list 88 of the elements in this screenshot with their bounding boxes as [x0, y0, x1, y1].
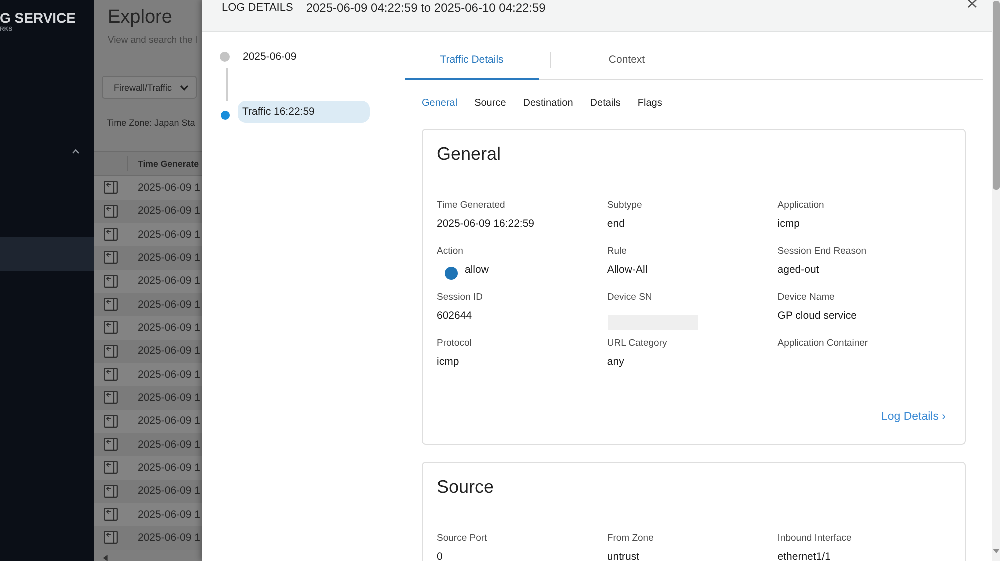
- arrow-box-icon[interactable]: [104, 438, 118, 452]
- log-type-dropdown[interactable]: Firewall/Traffic: [102, 76, 197, 100]
- table-cell: 2025-06-09 1: [138, 345, 200, 358]
- scroll-left-icon[interactable]: [103, 554, 108, 561]
- chevron-up-icon[interactable]: [72, 149, 80, 154]
- arrow-box-icon[interactable]: [104, 344, 118, 358]
- column-header[interactable]: Time Generate: [138, 158, 199, 169]
- arrow-box-icon[interactable]: [104, 181, 118, 194]
- scroll-down-icon[interactable]: [992, 549, 1000, 554]
- field-label: Protocol: [437, 337, 472, 351]
- arrow-box-icon[interactable]: [104, 321, 118, 334]
- logo-text: G SERVICE: [0, 11, 76, 26]
- section-tab[interactable]: Details: [590, 96, 621, 112]
- table-cell: 2025-06-09 1: [138, 298, 200, 311]
- field-label: URL Category: [607, 337, 668, 351]
- time-range: 2025-06-09 04:22:59 to 2025-06-10 04:22:59: [306, 0, 546, 16]
- table-cell: 2025-06-09 1: [138, 228, 200, 241]
- table-cell: 2025-06-09 1: [138, 205, 200, 218]
- field-value: icmp: [437, 355, 460, 369]
- field-value: any: [607, 355, 624, 369]
- table-cell: 2025-06-09 1: [138, 508, 200, 521]
- table-cell: 2025-06-09 1: [138, 322, 200, 334]
- arrow-box-icon[interactable]: [104, 391, 118, 404]
- timeline-event[interactable]: Traffic 16:22:59: [238, 101, 370, 123]
- section-tab[interactable]: Flags: [638, 96, 662, 112]
- arrow-box-icon[interactable]: [104, 251, 118, 264]
- section-tab[interactable]: General: [422, 96, 458, 112]
- timeline-dot-icon: [220, 111, 230, 120]
- arrow-box-icon[interactable]: [104, 531, 118, 544]
- field-label: Session ID: [437, 291, 483, 305]
- section-tab[interactable]: Source: [474, 96, 506, 112]
- table-cell: 2025-06-09 1: [138, 392, 200, 404]
- field-label: Source Port: [437, 532, 488, 546]
- time-zone-label: Time Zone: Japan Sta: [107, 118, 196, 130]
- tab[interactable]: Traffic Details: [405, 40, 539, 80]
- scrollbar-thumb[interactable]: [992, 1, 1000, 190]
- table-cell: 2025-06-09 1: [138, 182, 200, 194]
- field-value: GP cloud service: [778, 309, 857, 323]
- section-title: Source: [437, 476, 496, 499]
- arrow-box-icon[interactable]: [104, 461, 118, 474]
- timeline-connector: [226, 68, 228, 101]
- field-value: icmp: [778, 217, 800, 231]
- arrow-box-icon[interactable]: [104, 508, 118, 522]
- field-label: Application: [778, 199, 824, 213]
- field-value: aged-out: [778, 263, 820, 277]
- table-cell: 2025-06-09 1: [138, 252, 200, 264]
- table-cell: 2025-06-09 1: [138, 415, 200, 428]
- arrow-box-icon[interactable]: [104, 204, 118, 218]
- field-value: end: [607, 217, 625, 231]
- table-cell: 2025-06-09 1: [138, 485, 200, 498]
- field-value: 0: [437, 550, 443, 561]
- section-title: General: [437, 143, 502, 166]
- section-tab[interactable]: Destination: [523, 96, 574, 112]
- page-title: Explore: [108, 6, 172, 30]
- arrow-box-icon[interactable]: [104, 298, 118, 312]
- arrow-box-icon[interactable]: [104, 414, 118, 428]
- field-label: Session End Reason: [778, 245, 867, 259]
- chevron-down-icon: [180, 84, 189, 91]
- field-value: Allow-All: [607, 263, 648, 277]
- table-cell: 2025-06-09 1: [138, 532, 200, 544]
- field-label: Action: [437, 245, 464, 259]
- arrow-box-icon[interactable]: [104, 368, 118, 382]
- timeline-dot-icon: [220, 52, 230, 62]
- arrow-box-icon[interactable]: [104, 228, 118, 242]
- field-value: allow: [465, 263, 489, 277]
- table-cell: 2025-06-09 1: [138, 462, 200, 474]
- field-label: From Zone: [607, 532, 654, 546]
- field-value: 602644: [437, 309, 472, 323]
- timeline-date: 2025-06-09: [242, 50, 298, 65]
- field-label: Inbound Interface: [778, 532, 852, 546]
- field-value: untrust: [607, 550, 640, 561]
- field-label: Subtype: [607, 199, 642, 213]
- table-cell: 2025-06-09 1: [138, 275, 200, 288]
- table-cell: 2025-06-09 1: [138, 368, 200, 381]
- arrow-box-icon[interactable]: [104, 274, 118, 288]
- arrow-box-icon[interactable]: [104, 484, 118, 498]
- field-label: Application Container: [778, 337, 868, 351]
- tab[interactable]: Context: [551, 40, 703, 80]
- drawer-title: LOG DETAILS: [222, 1, 294, 16]
- table-cell: 2025-06-09 1: [138, 438, 200, 451]
- field-value: 2025-06-09 16:22:59: [437, 217, 534, 231]
- log-details-link[interactable]: Log Details ›: [881, 409, 946, 425]
- field-label: Device SN: [607, 291, 652, 305]
- field-value: ethernet1/1: [778, 550, 831, 561]
- field-label: Rule: [607, 245, 627, 259]
- field-label: Device Name: [778, 291, 835, 305]
- close-icon[interactable]: [967, 0, 978, 8]
- field-label: Time Generated: [437, 199, 506, 213]
